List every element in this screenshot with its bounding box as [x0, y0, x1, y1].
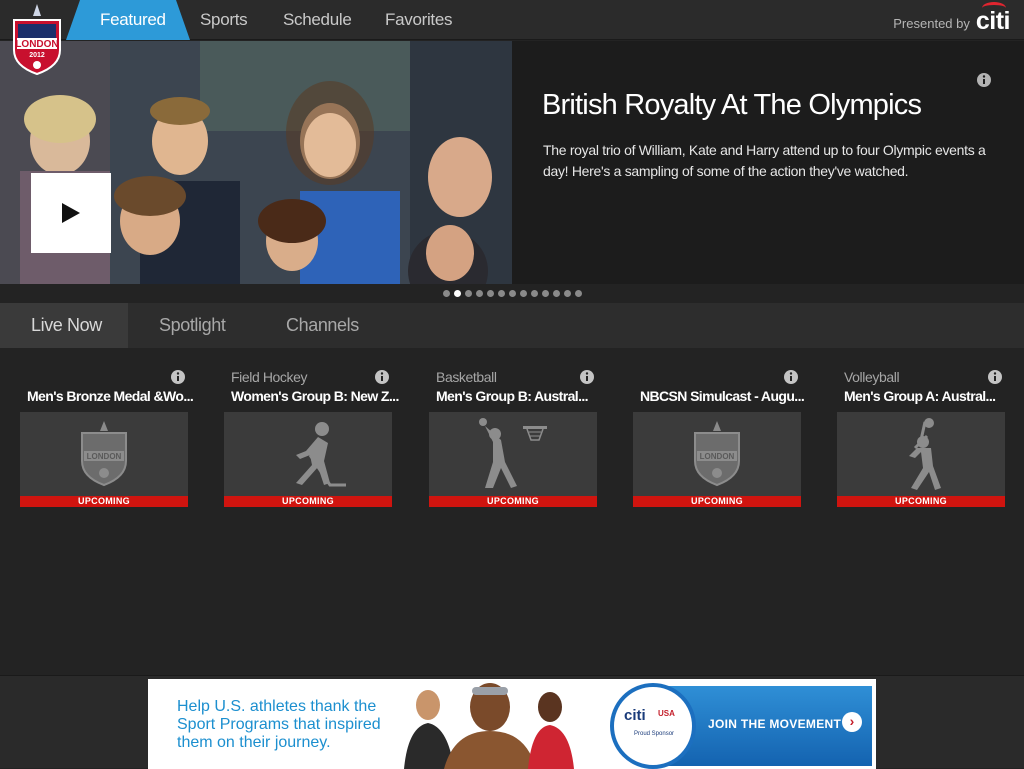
card-thumbnail[interactable]: LONDON [20, 412, 188, 496]
card-thumbnail[interactable] [224, 412, 392, 496]
card-sport: Field Hockey [231, 369, 308, 385]
tab-sports[interactable]: Sports [200, 0, 248, 40]
tab-spotlight[interactable]: Spotlight [159, 303, 226, 348]
svg-text:LONDON: LONDON [87, 452, 122, 461]
card-thumbnail[interactable] [429, 412, 597, 496]
carousel-dot[interactable] [531, 290, 538, 297]
presented-by-label: Presented by [893, 16, 970, 31]
carousel-dot[interactable] [564, 290, 571, 297]
tab-channels[interactable]: Channels [286, 303, 359, 348]
info-icon[interactable] [374, 369, 390, 390]
card-event-title: Men's Group B: Austral... [436, 388, 589, 404]
info-icon[interactable] [987, 369, 1003, 390]
hero-photo[interactable] [0, 41, 512, 284]
carousel-dot[interactable] [443, 290, 450, 297]
card-event-title: Men's Bronze Medal &Wo... [27, 388, 194, 404]
status-badge: UPCOMING [633, 496, 801, 507]
join-movement-link[interactable]: JOIN THE MOVEMENT [708, 717, 841, 731]
ad-area: Help U.S. athletes thank the Sport Progr… [0, 675, 1024, 769]
tab-featured-label: Featured [100, 10, 166, 29]
tab-sports-label: Sports [200, 10, 248, 29]
sponsor-badge [610, 683, 696, 769]
hero-description: The royal trio of William, Kate and Harr… [543, 142, 986, 179]
card-event-title: Women's Group B: New Z... [231, 388, 399, 404]
card-thumbnail[interactable] [837, 412, 1005, 496]
carousel-dot[interactable] [454, 290, 461, 297]
basketball-icon [479, 418, 547, 488]
status-badge: UPCOMING [429, 496, 597, 507]
svg-text:LONDON: LONDON [700, 452, 735, 461]
tab-favorites[interactable]: Favorites [385, 0, 453, 40]
carousel-dot[interactable] [487, 290, 494, 297]
usa-logo: USA [658, 709, 675, 718]
card-sport: Basketball [436, 369, 497, 385]
tab-favorites-label: Favorites [385, 10, 453, 29]
card-event-title: NBCSN Simulcast - Augu... [640, 388, 805, 404]
svg-text:2012: 2012 [29, 52, 45, 59]
sponsor-label: Proud Sponsor [634, 731, 675, 737]
content-tabs: Live Now Spotlight Channels [0, 303, 1024, 348]
event-card[interactable]: Men's Bronze Medal &Wo... LONDON UPCOMIN… [20, 368, 194, 508]
carousel-dot[interactable] [465, 290, 472, 297]
info-icon[interactable] [783, 369, 799, 390]
ad-banner[interactable]: Help U.S. athletes thank the Sport Progr… [148, 679, 876, 769]
athletes-image [404, 683, 574, 769]
info-icon[interactable] [579, 369, 595, 390]
info-icon[interactable] [170, 369, 186, 390]
carousel-dot[interactable] [575, 290, 582, 297]
event-card[interactable]: NBCSN Simulcast - Augu... LONDON UPCOMIN… [633, 368, 805, 508]
carousel-pagination [443, 290, 582, 297]
svg-text:LONDON: LONDON [15, 39, 58, 50]
play-button[interactable] [31, 173, 111, 253]
volleyball-icon [909, 418, 941, 490]
status-badge: UPCOMING [20, 496, 188, 507]
tab-live-now[interactable]: Live Now [0, 303, 128, 348]
status-badge: UPCOMING [224, 496, 392, 507]
tab-featured[interactable]: Featured [66, 0, 190, 40]
event-card[interactable]: Volleyball Men's Group A: Austral... UPC… [837, 368, 1005, 508]
event-card[interactable]: Field Hockey Women's Group B: New Z... U… [224, 368, 399, 508]
carousel-dot[interactable] [553, 290, 560, 297]
card-event-title: Men's Group A: Austral... [844, 388, 996, 404]
carousel-dot[interactable] [509, 290, 516, 297]
tab-schedule[interactable]: Schedule [283, 0, 352, 40]
carousel-dot[interactable] [542, 290, 549, 297]
info-icon[interactable] [976, 72, 992, 93]
featured-hero: British Royalty At The Olympics The roya… [0, 41, 1024, 284]
sponsor-credit: Presented by citi [893, 2, 1011, 34]
london-2012-logo-icon[interactable]: LONDON 2012 [8, 2, 66, 76]
carousel-dot[interactable] [476, 290, 483, 297]
card-thumbnail[interactable]: LONDON [633, 412, 801, 496]
ad-copy: Help U.S. athletes thank the Sport Progr… [177, 698, 381, 751]
status-badge: UPCOMING [837, 496, 1005, 507]
event-card[interactable]: Basketball Men's Group B: Austral... UPC… [429, 368, 597, 508]
play-icon [62, 203, 80, 223]
chevron-right-icon[interactable]: › [842, 712, 862, 732]
card-sport: Volleyball [844, 369, 900, 385]
citi-logo: citi [624, 707, 646, 724]
top-navigation-bar: Featured Sports Schedule Favorites Prese… [0, 0, 1024, 40]
london-2012-logo-icon: LONDON [81, 421, 127, 487]
tab-schedule-label: Schedule [283, 10, 352, 29]
hero-title: British Royalty At The Olympics [542, 89, 922, 121]
london-2012-logo-icon: LONDON [694, 421, 740, 487]
carousel-dot[interactable] [520, 290, 527, 297]
field-hockey-icon [296, 422, 346, 487]
citi-logo: citi [976, 2, 1011, 34]
carousel-dot[interactable] [498, 290, 505, 297]
